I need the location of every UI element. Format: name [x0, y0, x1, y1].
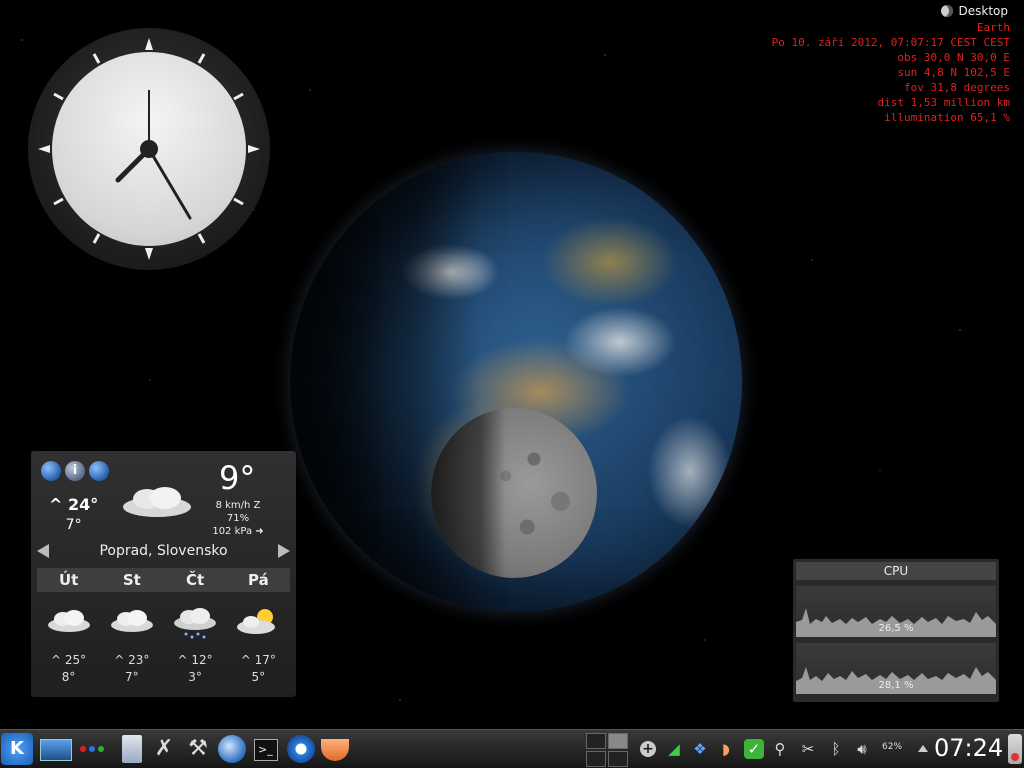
forecast-high: ^ 12°: [177, 653, 213, 667]
rain-icon: [174, 608, 217, 639]
astro-line-illumination: illumination 65,1 %: [884, 111, 1010, 124]
forecast-low: 3°: [188, 670, 202, 684]
forecast-day: Čt: [186, 571, 205, 589]
app-launcher-icon[interactable]: [218, 735, 246, 763]
cpu-monitor-widget[interactable]: CPU 26,5 % 28,1 %: [793, 559, 999, 702]
marble-astro-info: Earth Po 10. září 2012, 07:07:17 CEST CE…: [772, 18, 1010, 125]
activities-icon[interactable]: [78, 735, 106, 763]
forecast-high: ^ 23°: [114, 653, 150, 667]
info-icon[interactable]: i: [65, 461, 85, 481]
tray-expand-icon[interactable]: [918, 745, 928, 752]
dot: [98, 746, 104, 752]
arrow-left-icon[interactable]: [37, 544, 49, 558]
wind: 8 km/h Z: [215, 500, 261, 511]
globe-icon[interactable]: [41, 461, 61, 481]
desktop-label: Desktop: [958, 4, 1009, 18]
taskbar: K ✗ ⚒ >_ + ◢ ❖ ◗ ✓ ⚲ ✂ ᛒ 🔊︎ 62% 07:24: [0, 729, 1024, 768]
arrow-right-icon[interactable]: [277, 544, 290, 558]
forecast-low: 5°: [251, 670, 266, 684]
taskbar-clock[interactable]: 07:24: [934, 734, 1003, 762]
location-name: Poprad, Slovensko: [99, 543, 228, 559]
power-icon[interactable]: [1008, 734, 1022, 764]
forecast-high: ^ 25°: [51, 653, 87, 667]
forecast-days-header: Út St Čt Pá: [37, 568, 290, 592]
astro-line-sun: sun 4,8 N 102,5 E: [897, 66, 1010, 79]
today-high-low: ^ 24° 7°: [49, 495, 98, 535]
melon-tray-icon[interactable]: ◗: [716, 739, 736, 759]
partly-sunny-icon: [237, 609, 276, 634]
forecast-day: St: [122, 571, 141, 589]
dot: [89, 746, 95, 752]
forecast-low: 7°: [125, 670, 139, 684]
pager-desktop[interactable]: [586, 751, 606, 767]
astro-line-observer: obs 30,0 N 30,0 E: [897, 51, 1010, 64]
forecast-high: ^ 17°: [240, 653, 276, 667]
moon-globe: [431, 408, 597, 578]
show-desktop-icon[interactable]: [40, 739, 72, 761]
plus-icon[interactable]: +: [640, 741, 656, 757]
clipboard-icon[interactable]: [122, 735, 142, 763]
browser-icon[interactable]: [287, 735, 315, 763]
clock-hands: [38, 38, 260, 260]
current-temperature: 9°: [219, 459, 256, 497]
battery-percentage[interactable]: 62%: [882, 742, 902, 752]
today-low: 7°: [65, 517, 82, 533]
bluetooth-icon[interactable]: ᛒ: [826, 739, 846, 759]
virtual-desktop-pager[interactable]: [586, 733, 628, 767]
cpu-core-value: 26,5 %: [878, 623, 914, 634]
forecast-day: Pá: [248, 571, 269, 589]
cpu-title: CPU: [796, 562, 996, 580]
system-settings-icon[interactable]: ⚒: [184, 735, 212, 763]
astro-line-distance: dist 1,53 million km: [877, 96, 1010, 109]
cloudy-icon: [47, 610, 90, 632]
pager-desktop[interactable]: [608, 733, 628, 749]
cpu-core-graph: 26,5 %: [796, 586, 996, 637]
check-icon[interactable]: ✓: [744, 739, 764, 759]
forecast-day: Út: [58, 571, 79, 589]
dropbox-icon[interactable]: ❖: [690, 739, 710, 759]
cloudy-icon: [123, 487, 191, 517]
wifi-icon[interactable]: ◢: [664, 739, 684, 759]
volume-icon[interactable]: 🔊︎: [852, 739, 872, 759]
tools-icon[interactable]: ✗: [150, 735, 178, 763]
astro-line-body: Earth: [976, 21, 1010, 34]
astro-line-fov: fov 31,8 degrees: [904, 81, 1010, 94]
scissors-icon[interactable]: ✂: [798, 739, 818, 759]
moon-icon: [940, 5, 953, 17]
forecast-low: 8°: [61, 670, 76, 684]
desktop-activity-button[interactable]: Desktop: [940, 4, 1009, 18]
humidity: 71%: [226, 513, 250, 524]
astro-line-date: Po 10. září 2012, 07:07:17 CEST CEST: [771, 36, 1010, 49]
cpu-core-value: 28,1 %: [878, 680, 914, 691]
cpu-core-graph: 28,1 %: [796, 643, 996, 694]
globe-icon[interactable]: [89, 461, 109, 481]
pressure: 102 kPa ➜: [212, 526, 264, 537]
cloudy-icon: [110, 610, 153, 632]
weather-details: 8 km/h Z 71% 102 kPa ➜: [207, 499, 269, 538]
melon-icon[interactable]: [321, 739, 349, 761]
dot: [80, 746, 86, 752]
today-high: ^ 24°: [49, 495, 99, 514]
network-icon[interactable]: ⚲: [770, 739, 790, 759]
terminal-icon[interactable]: >_: [254, 739, 278, 761]
forecast-temperatures: ^ 25° 8° ^ 23° 7° ^ 12° 3° ^ 17° 5°: [37, 652, 290, 686]
weather-widget[interactable]: i ^ 24° 7° 9° 8 km/h Z 71% 102 kPa ➜ Pop…: [31, 451, 296, 697]
kde-menu-icon[interactable]: K: [1, 733, 33, 765]
analog-clock-widget[interactable]: [28, 28, 270, 270]
pager-desktop[interactable]: [586, 733, 606, 749]
pager-desktop[interactable]: [608, 751, 628, 767]
